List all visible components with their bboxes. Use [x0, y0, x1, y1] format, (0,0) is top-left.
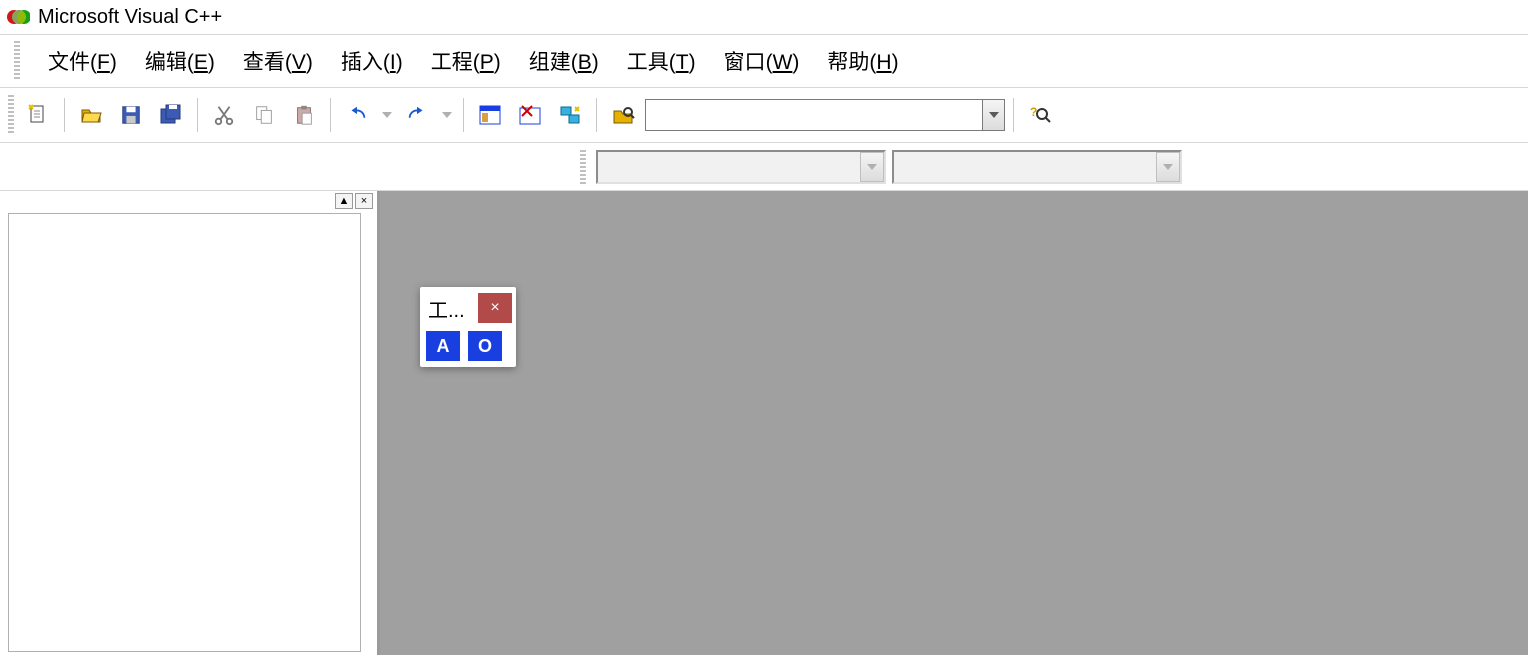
build-toolbar — [0, 143, 1528, 191]
new-text-file-button[interactable] — [20, 97, 56, 133]
output-window-button[interactable] — [512, 97, 548, 133]
active-config-arrow[interactable] — [860, 152, 884, 182]
svg-text:?: ? — [1030, 105, 1037, 119]
menu-file[interactable]: 文件(F) — [44, 44, 121, 78]
cut-button[interactable] — [206, 97, 242, 133]
find-combo-arrow[interactable] — [982, 100, 1004, 130]
workspace-window-button[interactable] — [472, 97, 508, 133]
active-config-combo[interactable] — [596, 150, 886, 184]
app-icon — [6, 7, 30, 27]
menu-insert[interactable]: 插入(I) — [337, 44, 407, 78]
workspace-pane-close-button[interactable]: × — [355, 193, 373, 209]
toolbar-grip[interactable] — [8, 95, 14, 135]
mdi-client-area: 工... × A O — [380, 191, 1528, 655]
title-bar: Microsoft Visual C++ — [0, 0, 1528, 34]
find-combo[interactable] — [645, 99, 1005, 131]
workspace: ▲ × 工... × A O — [0, 191, 1528, 655]
open-button[interactable] — [73, 97, 109, 133]
menu-help[interactable]: 帮助(H) — [823, 44, 902, 78]
save-all-button[interactable] — [153, 97, 189, 133]
floating-toolbar-button-o[interactable]: O — [468, 331, 502, 361]
floating-toolbar-button-a[interactable]: A — [426, 331, 460, 361]
menu-edit[interactable]: 编辑(E) — [141, 44, 219, 78]
app-title: Microsoft Visual C++ — [38, 6, 222, 29]
menu-project[interactable]: 工程(P) — [427, 44, 505, 78]
standard-toolbar: ? — [0, 88, 1528, 143]
menu-grip[interactable] — [14, 41, 20, 81]
menu-build[interactable]: 组建(B) — [525, 44, 603, 78]
menu-window[interactable]: 窗口(W) — [720, 44, 804, 78]
workspace-pane-collapse-button[interactable]: ▲ — [335, 193, 353, 209]
undo-button[interactable] — [339, 97, 375, 133]
active-platform-combo[interactable] — [892, 150, 1182, 184]
floating-toolbar-close-button[interactable]: × — [478, 293, 512, 323]
redo-button[interactable] — [399, 97, 435, 133]
floating-toolbar[interactable]: 工... × A O — [420, 287, 516, 367]
paste-button[interactable] — [286, 97, 322, 133]
menu-tools[interactable]: 工具(T) — [623, 44, 700, 78]
search-button[interactable]: ? — [1022, 97, 1058, 133]
workspace-tree[interactable] — [8, 213, 361, 652]
redo-dropdown[interactable] — [439, 97, 455, 133]
save-button[interactable] — [113, 97, 149, 133]
toolbar-separator — [596, 98, 597, 132]
toolbar-separator — [197, 98, 198, 132]
build-toolbar-grip[interactable] — [580, 150, 586, 184]
floating-toolbar-header[interactable]: 工... × — [424, 291, 512, 325]
workspace-pane: ▲ × — [0, 191, 380, 655]
find-in-files-button[interactable] — [605, 97, 641, 133]
toolbar-separator — [1013, 98, 1014, 132]
copy-button[interactable] — [246, 97, 282, 133]
menu-view[interactable]: 查看(V) — [239, 44, 317, 78]
menu-bar: 文件(F) 编辑(E) 查看(V) 插入(I) 工程(P) 组建(B) 工具(T… — [0, 34, 1528, 88]
toolbar-separator — [463, 98, 464, 132]
toolbar-separator — [330, 98, 331, 132]
toolbar-separator — [64, 98, 65, 132]
floating-toolbar-title: 工... — [424, 294, 478, 323]
active-platform-arrow[interactable] — [1156, 152, 1180, 182]
undo-dropdown[interactable] — [379, 97, 395, 133]
window-list-button[interactable] — [552, 97, 588, 133]
workspace-pane-header: ▲ × — [0, 191, 377, 211]
